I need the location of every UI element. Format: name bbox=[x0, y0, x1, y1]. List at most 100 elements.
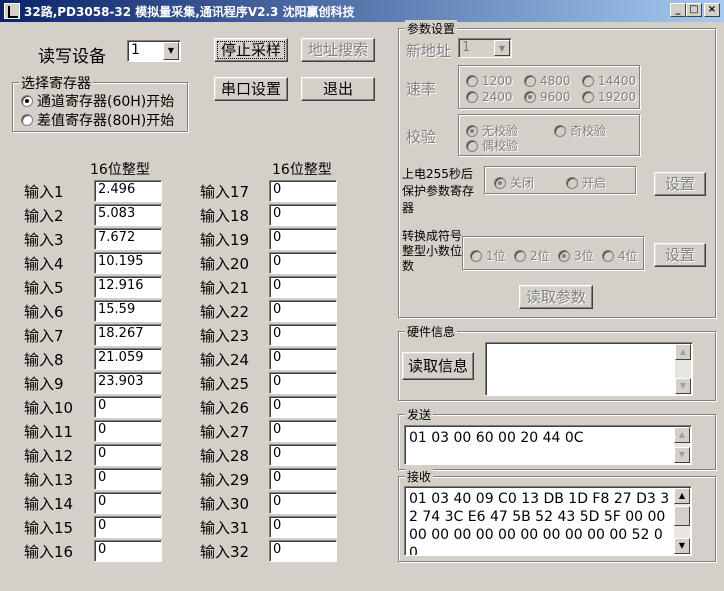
input-right-field[interactable]: 0 bbox=[269, 444, 337, 466]
baud-option-0[interactable]: 1200 bbox=[466, 74, 513, 88]
input-right-label: 输入23 bbox=[200, 327, 250, 345]
hardware-info-text[interactable]: ▲ ▼ bbox=[485, 342, 693, 396]
decimal-set-button[interactable]: 设置 bbox=[654, 243, 706, 267]
input-left-field[interactable]: 0 bbox=[94, 420, 162, 442]
maximize-button[interactable]: □ bbox=[686, 3, 702, 17]
input-right-field[interactable]: 0 bbox=[269, 420, 337, 442]
serial-settings-button[interactable]: 串口设置 bbox=[214, 77, 288, 101]
input-right-field[interactable]: 0 bbox=[269, 468, 337, 490]
baud-option-5[interactable]: 19200 bbox=[582, 90, 636, 104]
protect-option-1[interactable]: 开启 bbox=[566, 174, 606, 191]
device-label: 读写设备 bbox=[38, 47, 106, 67]
parity-option-2[interactable]: 偶校验 bbox=[466, 137, 518, 154]
minimize-button[interactable]: _ bbox=[670, 3, 686, 17]
dropdown-icon[interactable]: ▼ bbox=[163, 42, 179, 60]
input-left-label: 输入1 bbox=[24, 183, 64, 201]
new-address-select[interactable]: 1 ▼ bbox=[458, 38, 512, 58]
input-left-field[interactable]: 0 bbox=[94, 396, 162, 418]
scroll-down-icon[interactable]: ▼ bbox=[674, 538, 690, 554]
radio-icon bbox=[21, 114, 33, 126]
scroll-down-icon[interactable]: ▼ bbox=[674, 447, 690, 463]
read-params-button[interactable]: 读取参数 bbox=[519, 285, 593, 309]
input-right-label: 输入22 bbox=[200, 303, 250, 321]
receive-text[interactable]: 01 03 40 09 C0 13 DB 1D F8 27 D3 32 74 3… bbox=[404, 486, 692, 556]
input-right-field[interactable]: 0 bbox=[269, 372, 337, 394]
input-left-label: 输入3 bbox=[24, 231, 64, 249]
input-left-label: 输入4 bbox=[24, 255, 64, 273]
dropdown-icon[interactable]: ▼ bbox=[494, 40, 510, 56]
input-right-field[interactable]: 0 bbox=[269, 180, 337, 202]
input-left-label: 输入11 bbox=[24, 423, 74, 441]
receive-title: 接收 bbox=[405, 468, 434, 485]
input-right-label: 输入18 bbox=[200, 207, 250, 225]
input-left-field[interactable]: 0 bbox=[94, 444, 162, 466]
input-left-field[interactable]: 2.496 bbox=[94, 180, 162, 202]
send-scrollbar[interactable]: ▲ ▼ bbox=[674, 427, 690, 463]
input-right-field[interactable]: 0 bbox=[269, 348, 337, 370]
input-right-field[interactable]: 0 bbox=[269, 228, 337, 250]
input-left-field[interactable]: 23.903 bbox=[94, 372, 162, 394]
baud-option-2[interactable]: 14400 bbox=[582, 74, 636, 88]
baud-option-1[interactable]: 4800 bbox=[524, 74, 571, 88]
input-left-field[interactable]: 0 bbox=[94, 468, 162, 490]
device-select[interactable]: 1 ▼ bbox=[127, 40, 181, 62]
input-right-field[interactable]: 0 bbox=[269, 540, 337, 562]
input-right-label: 输入27 bbox=[200, 423, 250, 441]
scroll-thumb[interactable] bbox=[674, 506, 690, 526]
input-left-field[interactable]: 10.195 bbox=[94, 252, 162, 274]
protect-option-0[interactable]: 关闭 bbox=[494, 174, 534, 191]
input-right-field[interactable]: 0 bbox=[269, 324, 337, 346]
scroll-up-icon[interactable]: ▲ bbox=[674, 427, 690, 443]
hardware-scrollbar[interactable]: ▲ ▼ bbox=[675, 344, 691, 394]
decimal-option-3[interactable]: 4位 bbox=[602, 247, 638, 264]
scroll-up-icon[interactable]: ▲ bbox=[674, 488, 690, 504]
input-right-field[interactable]: 0 bbox=[269, 396, 337, 418]
receive-scrollbar[interactable]: ▲ ▼ bbox=[674, 488, 690, 554]
input-left-field[interactable]: 15.59 bbox=[94, 300, 162, 322]
input-left-label: 输入9 bbox=[24, 375, 64, 393]
input-right-field[interactable]: 0 bbox=[269, 516, 337, 538]
baud-option-3[interactable]: 2400 bbox=[466, 90, 513, 104]
hardware-title: 硬件信息 bbox=[405, 323, 458, 340]
protect-set-button[interactable]: 设置 bbox=[654, 172, 706, 196]
input-right-field[interactable]: 0 bbox=[269, 492, 337, 514]
address-search-button[interactable]: 地址搜索 bbox=[301, 38, 375, 62]
send-title: 发送 bbox=[405, 406, 434, 423]
input-right-field[interactable]: 0 bbox=[269, 276, 337, 298]
input-right-field[interactable]: 0 bbox=[269, 252, 337, 274]
register-option-channel[interactable]: 通道寄存器(60H)开始 bbox=[21, 91, 174, 111]
input-right-label: 输入19 bbox=[200, 231, 250, 249]
baud-option-4[interactable]: 9600 bbox=[524, 90, 571, 104]
input-right-label: 输入25 bbox=[200, 375, 250, 393]
input-left-field[interactable]: 0 bbox=[94, 540, 162, 562]
stop-sampling-button[interactable]: 停止采样 bbox=[214, 38, 288, 62]
decimal-option-2[interactable]: 3位 bbox=[558, 247, 594, 264]
input-left-field[interactable]: 18.267 bbox=[94, 324, 162, 346]
send-text[interactable]: 01 03 00 60 00 20 44 0C ▲ ▼ bbox=[404, 425, 692, 465]
new-address-label: 新地址 bbox=[406, 42, 452, 60]
exit-button[interactable]: 退出 bbox=[301, 77, 375, 101]
baud-label: 速率 bbox=[406, 80, 437, 98]
input-right-field[interactable]: 0 bbox=[269, 204, 337, 226]
radio-icon bbox=[582, 75, 594, 87]
radio-icon bbox=[602, 249, 614, 262]
radio-icon bbox=[494, 176, 506, 189]
input-left-field[interactable]: 12.916 bbox=[94, 276, 162, 298]
radio-icon bbox=[466, 91, 478, 103]
input-right-field[interactable]: 0 bbox=[269, 300, 337, 322]
radio-icon bbox=[524, 75, 536, 87]
decimal-option-1[interactable]: 2位 bbox=[514, 247, 550, 264]
input-left-field[interactable]: 5.083 bbox=[94, 204, 162, 226]
decimal-option-0[interactable]: 1位 bbox=[470, 247, 506, 264]
read-info-button[interactable]: 读取信息 bbox=[402, 352, 474, 380]
input-left-field[interactable]: 0 bbox=[94, 492, 162, 514]
input-left-field[interactable]: 0 bbox=[94, 516, 162, 538]
scroll-down-icon[interactable]: ▼ bbox=[675, 378, 691, 394]
parity-option-1[interactable]: 奇校验 bbox=[554, 122, 606, 139]
input-left-field[interactable]: 21.059 bbox=[94, 348, 162, 370]
scroll-up-icon[interactable]: ▲ bbox=[675, 344, 691, 360]
input-left-label: 输入6 bbox=[24, 303, 64, 321]
close-button[interactable]: × bbox=[704, 3, 720, 17]
register-option-diff[interactable]: 差值寄存器(80H)开始 bbox=[21, 110, 174, 130]
input-left-field[interactable]: 7.672 bbox=[94, 228, 162, 250]
